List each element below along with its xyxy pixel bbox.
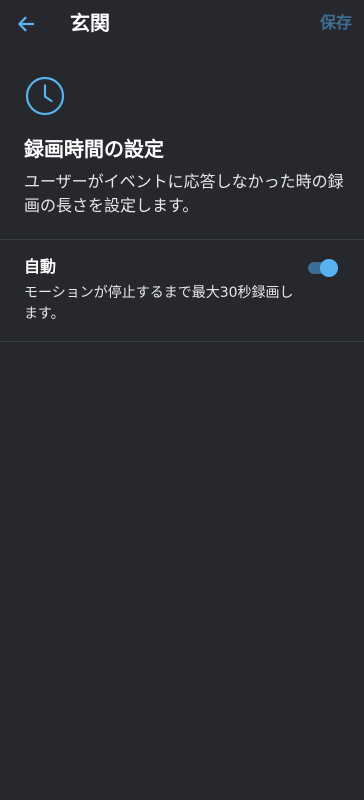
section-description: ユーザーがイベントに応答しなかった時の録画の長さを設定します。 [24, 172, 344, 215]
divider [0, 239, 364, 240]
back-button[interactable] [12, 10, 40, 38]
option-title: 自動 [24, 257, 57, 276]
toggle-thumb [320, 259, 338, 277]
auto-toggle-switch[interactable] [306, 257, 340, 279]
option-description: モーションが停止するまで最大30秒録画します。 [24, 285, 294, 322]
section-title: 録画時間の設定 [24, 137, 164, 161]
top-bar: 玄関 保存 [0, 0, 364, 48]
arrow-left-icon [18, 16, 35, 32]
clock-icon [25, 76, 65, 116]
page-title: 玄関 [70, 11, 110, 35]
divider [0, 341, 364, 342]
save-button[interactable]: 保存 [320, 11, 352, 35]
